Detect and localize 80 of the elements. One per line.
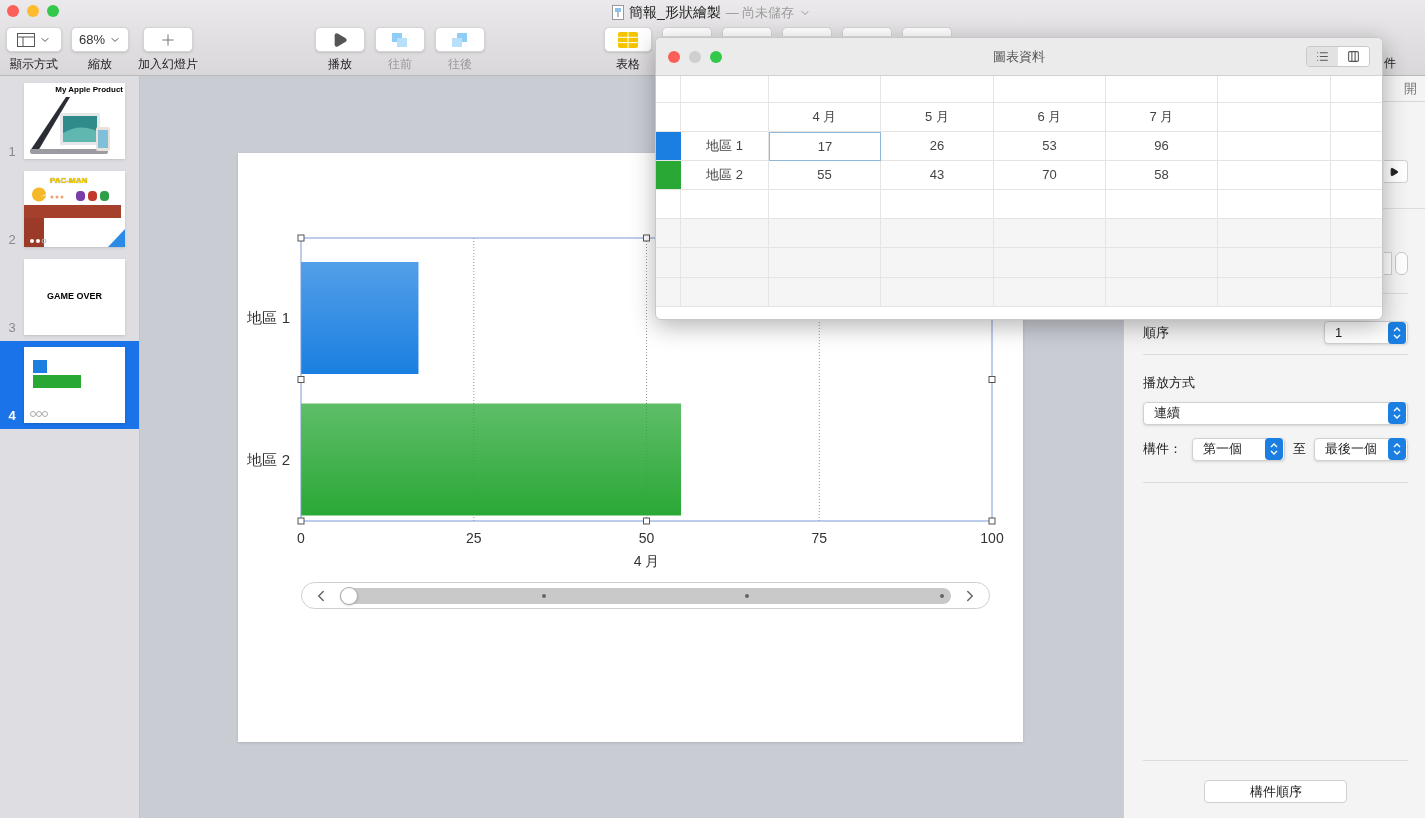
series-color-swatch[interactable] bbox=[656, 132, 681, 161]
field-label: 至 bbox=[1293, 440, 1307, 459]
slide-number: 1 bbox=[7, 142, 17, 161]
month-slider[interactable] bbox=[301, 582, 990, 609]
toolbar-label: 顯示方式 bbox=[10, 56, 58, 73]
axis-tick-label: 75 bbox=[811, 530, 828, 546]
column-header[interactable]: 4 月 bbox=[769, 103, 881, 132]
category-label: 地區 1 bbox=[247, 309, 290, 326]
toolbar-label: 往前 bbox=[388, 56, 412, 73]
slide-title: PAC-MAN bbox=[50, 175, 88, 187]
series-color-swatch[interactable] bbox=[656, 161, 681, 190]
document-icon bbox=[612, 5, 624, 20]
order-popup[interactable]: 1 bbox=[1324, 321, 1408, 344]
slider-thumb[interactable] bbox=[340, 586, 358, 605]
play-icon bbox=[332, 31, 348, 48]
slide-title: My Apple Product bbox=[55, 85, 123, 94]
list-icon bbox=[1316, 50, 1329, 63]
toolbar-label: 件 bbox=[1384, 55, 1396, 72]
segment-button[interactable] bbox=[1338, 47, 1369, 66]
table-cell[interactable] bbox=[1106, 278, 1218, 307]
toolbar-label: 往後 bbox=[448, 56, 472, 73]
axis-tick-label: 25 bbox=[465, 530, 482, 546]
stepper-arrows-icon[interactable] bbox=[1388, 438, 1406, 460]
inspector-tab[interactable]: 開 bbox=[1404, 78, 1417, 99]
build-order-button[interactable]: 構件順序 bbox=[1204, 780, 1347, 803]
category-label: 地區 2 bbox=[247, 450, 290, 468]
zoom-button[interactable] bbox=[47, 5, 59, 17]
minimize-button[interactable] bbox=[689, 50, 701, 63]
slide-number: 4 bbox=[7, 406, 17, 425]
table-cell[interactable] bbox=[994, 278, 1106, 307]
table-cell[interactable] bbox=[681, 278, 769, 307]
delivery-popup[interactable]: 連續 bbox=[1143, 401, 1408, 425]
slide-thumbnail-item[interactable]: 1 My Apple Product bbox=[0, 77, 139, 165]
toolbar-button[interactable]: 68% bbox=[71, 27, 129, 52]
play-icon bbox=[1389, 166, 1399, 177]
stepper-arrows-icon[interactable] bbox=[1388, 321, 1406, 344]
window-title: 簡報_形狀繪製 bbox=[629, 3, 721, 22]
field-label: 構件： bbox=[1143, 440, 1183, 459]
toolbar-label: 加入幻燈片 bbox=[138, 56, 198, 73]
segment-button[interactable] bbox=[1307, 47, 1338, 66]
slide-thumbnail-item[interactable]: 3 GAME OVER bbox=[0, 253, 139, 341]
axis-tick-label: 50 bbox=[638, 530, 655, 546]
zoom-button[interactable] bbox=[710, 50, 722, 63]
axis-tick-label: 0 bbox=[297, 530, 305, 546]
table-cell[interactable] bbox=[1218, 278, 1331, 307]
toolbar-label: 播放 bbox=[328, 56, 352, 73]
play-preview-button[interactable] bbox=[1384, 160, 1408, 183]
table-icon bbox=[618, 31, 638, 48]
slide-thumbnail-item[interactable]: 4 bbox=[0, 341, 139, 429]
close-button[interactable] bbox=[668, 50, 680, 63]
section-title: 播放方式 bbox=[1143, 374, 1196, 392]
build-from-popup[interactable]: 第一個 bbox=[1191, 437, 1286, 461]
layers-icon bbox=[450, 30, 470, 49]
toolbar-label: 表格 bbox=[616, 56, 640, 73]
save-status: — 尚未儲存 bbox=[725, 3, 795, 22]
stepper-arrows-icon[interactable] bbox=[1265, 438, 1284, 460]
table-cell[interactable] bbox=[769, 278, 881, 307]
sidebar-layout-icon bbox=[17, 32, 51, 47]
slide-number: 3 bbox=[7, 318, 17, 337]
table-cell[interactable] bbox=[656, 278, 681, 307]
toolbar-label: 縮放 bbox=[88, 56, 112, 73]
field-label: 順序 bbox=[1143, 323, 1169, 342]
stepper-arrows-icon[interactable] bbox=[1388, 402, 1406, 424]
slide-number: 2 bbox=[7, 230, 17, 249]
minimize-button[interactable] bbox=[27, 5, 39, 17]
chart-thumbnail-drawing bbox=[30, 360, 82, 418]
window-title: 圖表資料 bbox=[993, 47, 1045, 66]
number-field[interactable] bbox=[1384, 252, 1392, 275]
series-name-label: 4 月 bbox=[633, 553, 660, 569]
slide-title: GAME OVER bbox=[46, 290, 103, 303]
columns-icon bbox=[1347, 50, 1360, 63]
toolbar-button[interactable] bbox=[6, 27, 62, 52]
axis-tick-label: 100 bbox=[980, 530, 1004, 546]
layers-icon bbox=[390, 30, 410, 49]
table-cell[interactable] bbox=[881, 278, 994, 307]
close-button[interactable] bbox=[7, 5, 19, 17]
toolbar-button[interactable] bbox=[315, 27, 365, 52]
stepper-icon[interactable] bbox=[1395, 252, 1408, 275]
table-cell[interactable]: 17 bbox=[769, 132, 881, 161]
build-to-popup[interactable]: 最後一個 bbox=[1314, 437, 1408, 461]
